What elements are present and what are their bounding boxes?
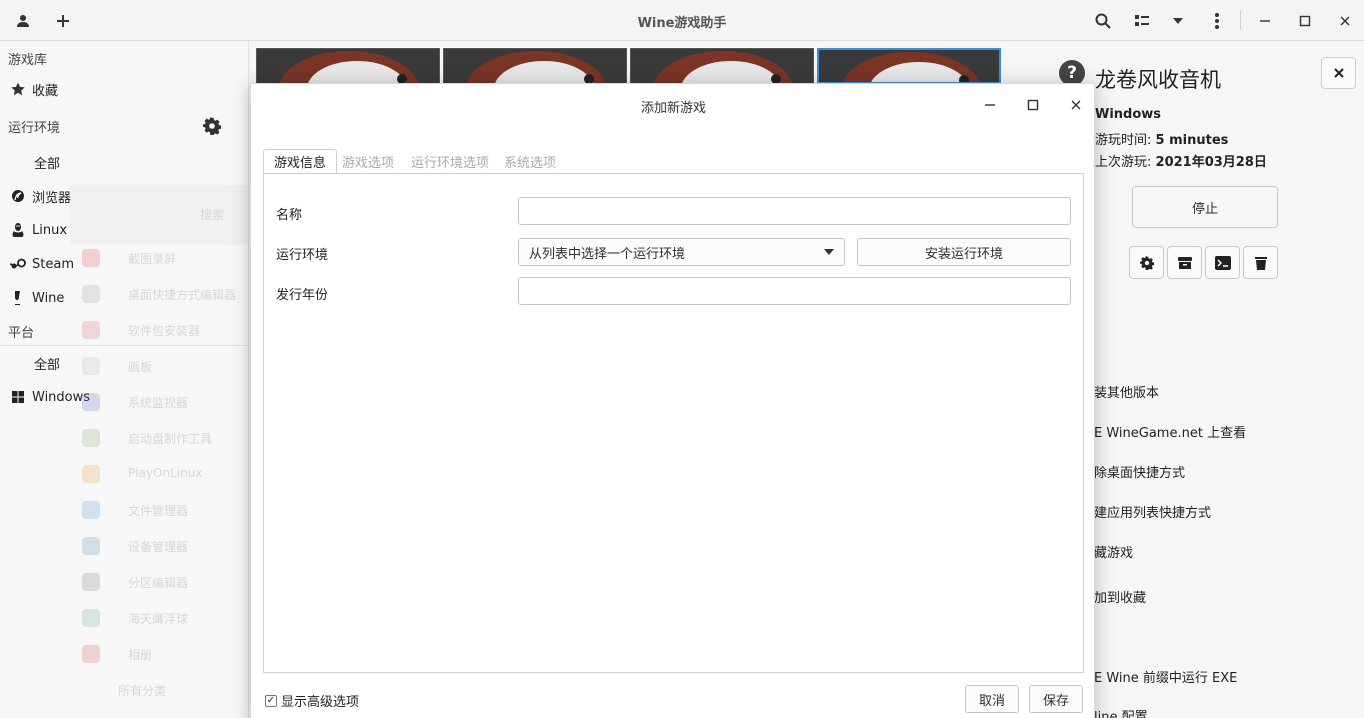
- header-separator: [1240, 11, 1241, 29]
- sidebar-item-label: 浏览器: [32, 190, 72, 206]
- name-field[interactable]: [518, 197, 1071, 225]
- checkbox-checked-icon[interactable]: ✓: [265, 694, 277, 707]
- year-field[interactable]: [518, 277, 1071, 305]
- windows-logo-icon: [10, 389, 26, 405]
- view-list-icon[interactable]: [1130, 9, 1154, 33]
- sidebar-item-label: Windows: [32, 389, 91, 405]
- steam-icon: [10, 256, 26, 272]
- main-headerbar: Wine游戏助手: [0, 0, 1364, 41]
- runners-section-label: 运行环境: [8, 121, 61, 136]
- runner-select-value: 从列表中选择一个运行环境: [529, 246, 686, 262]
- platforms-section-label: 平台: [8, 326, 35, 341]
- sidebar-item-runner-steam[interactable]: Steam: [0, 249, 248, 279]
- cancel-button[interactable]: 取消: [965, 685, 1019, 713]
- maximize-icon[interactable]: [1293, 9, 1317, 33]
- sidebar-item-runner-all[interactable]: 全部: [0, 147, 248, 177]
- game-cover[interactable]: [256, 48, 440, 84]
- save-button[interactable]: 保存: [1029, 685, 1083, 713]
- sidebar-item-platform-windows[interactable]: Windows: [0, 382, 248, 412]
- last-played-value: 2021年03月28日: [1155, 155, 1267, 170]
- chevron-down-icon: [824, 249, 834, 255]
- game-cover[interactable]: [630, 48, 814, 84]
- dialog-close-icon[interactable]: [1065, 94, 1087, 116]
- dialog-maximize-icon[interactable]: [1022, 94, 1044, 116]
- search-icon[interactable]: [1091, 9, 1115, 33]
- sidebar-item-runner-linux[interactable]: Linux: [0, 215, 248, 245]
- game-cover-selected[interactable]: [817, 48, 1001, 84]
- close-icon: [1333, 68, 1344, 78]
- playtime-value: 5 minutes: [1155, 133, 1229, 148]
- last-played-row: 上次游玩: 2021年03月28日: [1095, 151, 1267, 170]
- sidebar-item-runner-browser[interactable]: 浏览器: [0, 181, 248, 211]
- archive-icon[interactable]: [1167, 246, 1202, 279]
- sidebar-item-runner-wine[interactable]: Wine: [0, 283, 248, 313]
- sidebar-item-label: 全部: [34, 357, 61, 373]
- name-label: 名称: [276, 208, 303, 223]
- dialog-title: 添加新游戏: [640, 101, 706, 116]
- tab-runner-options[interactable]: 运行环境选项: [401, 149, 499, 174]
- star-icon: [10, 81, 26, 97]
- action-remove-desktop-shortcut[interactable]: 除桌面快捷方式: [1094, 462, 1185, 481]
- terminal-icon[interactable]: [1205, 246, 1240, 279]
- game-platform: Windows: [1095, 107, 1162, 122]
- show-advanced-checkbox[interactable]: ✓ 显示高级选项: [265, 691, 359, 710]
- year-label: 发行年份: [276, 288, 329, 303]
- stop-button[interactable]: 停止: [1132, 186, 1278, 228]
- action-run-exe-in-prefix[interactable]: E Wine 前缀中运行 EXE: [1094, 667, 1237, 686]
- sidebar-divider: [0, 345, 248, 346]
- app-title: Wine游戏助手: [637, 16, 727, 31]
- dropdown-icon[interactable]: [1166, 9, 1190, 33]
- add-game-dialog: 添加新游戏 游戏信息 游戏选项 运行环境选项 系统选项 名称 运行环境 从列表中…: [250, 83, 1095, 718]
- playtime-row: 游玩时间: 5 minutes: [1095, 129, 1228, 148]
- last-played-label: 上次游玩:: [1095, 155, 1152, 170]
- menu-kebab-icon[interactable]: [1205, 9, 1229, 33]
- sidebar: 游戏库 收藏 运行环境 全部 浏览器 Linux Steam Wine 平台 全…: [0, 41, 249, 718]
- game-cover[interactable]: [443, 48, 627, 84]
- action-view-on-winegame[interactable]: E WineGame.net 上查看: [1094, 422, 1246, 441]
- minimize-icon[interactable]: [1253, 9, 1277, 33]
- action-hide-game[interactable]: 藏游戏: [1094, 542, 1133, 561]
- library-section-label: 游戏库: [8, 53, 48, 68]
- sidebar-item-label: Linux: [32, 222, 68, 238]
- sidebar-item-favorites[interactable]: 收藏: [0, 74, 248, 104]
- tab-game-options[interactable]: 游戏选项: [332, 149, 404, 174]
- runner-label: 运行环境: [276, 248, 329, 263]
- show-advanced-label: 显示高级选项: [281, 695, 360, 710]
- configure-gear-icon[interactable]: [1129, 246, 1164, 279]
- playtime-label: 游玩时间:: [1095, 133, 1152, 148]
- install-runner-button[interactable]: 安装运行环境: [857, 238, 1071, 266]
- runner-select[interactable]: 从列表中选择一个运行环境: [518, 238, 845, 266]
- trash-icon[interactable]: [1243, 246, 1278, 279]
- sidebar-item-label: Steam: [32, 256, 74, 272]
- runners-settings-gear-icon[interactable]: [202, 117, 222, 137]
- game-title: 龙卷风收音机: [1095, 68, 1221, 92]
- action-create-menu-shortcut[interactable]: 建应用列表快捷方式: [1094, 502, 1211, 521]
- sidebar-item-label: 全部: [34, 156, 61, 172]
- wine-glass-icon: [10, 290, 26, 306]
- sidebar-item-label: 收藏: [32, 83, 59, 99]
- action-add-favorite[interactable]: 加到收藏: [1094, 587, 1146, 606]
- tab-system-options[interactable]: 系统选项: [494, 149, 566, 174]
- sidebar-item-platform-all[interactable]: 全部: [0, 348, 248, 378]
- browser-icon: [10, 188, 26, 204]
- tab-game-info[interactable]: 游戏信息: [263, 149, 338, 174]
- action-wine-config[interactable]: line 配置: [1094, 706, 1148, 718]
- linux-tux-icon: [10, 222, 26, 238]
- sidebar-item-label: Wine: [32, 290, 65, 306]
- action-install-other-version[interactable]: 装其他版本: [1094, 382, 1159, 401]
- close-window-icon[interactable]: [1333, 9, 1357, 33]
- dialog-minimize-icon[interactable]: [979, 94, 1001, 116]
- close-detail-button[interactable]: [1321, 57, 1356, 89]
